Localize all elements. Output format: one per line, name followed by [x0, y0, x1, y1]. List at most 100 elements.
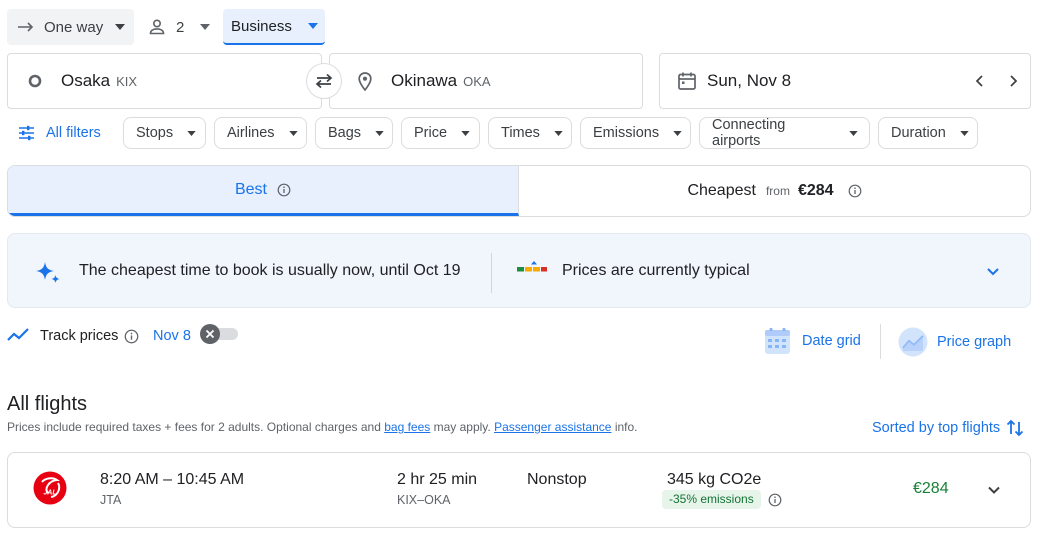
- price-insights-banner[interactable]: The cheapest time to book is usually now…: [7, 233, 1031, 308]
- info-icon[interactable]: [768, 493, 782, 507]
- chip-label: Price: [414, 125, 448, 141]
- filter-chip-bags[interactable]: Bags: [315, 117, 393, 149]
- divider: [491, 253, 492, 293]
- tab-best[interactable]: Best: [8, 166, 519, 216]
- chevron-left-icon: [971, 72, 989, 90]
- tune-sliders-icon: [18, 125, 35, 141]
- date-grid-icon: [764, 327, 791, 355]
- tab-cheapest-label: Cheapest: [687, 182, 756, 199]
- passengers-select[interactable]: 2: [140, 9, 216, 45]
- filter-chip-times[interactable]: Times: [488, 117, 572, 149]
- airline-logo-text: JAL: [43, 490, 56, 497]
- date-grid-label: Date grid: [802, 333, 861, 349]
- trip-type-select[interactable]: One way: [7, 9, 134, 45]
- destination-field[interactable]: Okinawa OKA: [329, 53, 643, 109]
- filter-chip-airlines[interactable]: Airlines: [214, 117, 307, 149]
- filter-chip-emissions[interactable]: Emissions: [580, 117, 691, 149]
- sort-label: Sorted by top flights: [872, 420, 1001, 436]
- track-prices-toggle[interactable]: [200, 324, 238, 344]
- flight-stops: Nonstop: [527, 471, 587, 488]
- trend-line-icon: [7, 327, 31, 343]
- close-icon: [205, 329, 215, 339]
- passenger-count: 2: [176, 18, 185, 36]
- info-icon[interactable]: [848, 184, 862, 198]
- sort-arrows-icon: [1006, 418, 1024, 438]
- airline-logo: JAL: [33, 471, 67, 505]
- caret-down-icon: [375, 130, 384, 136]
- destination-city: Okinawa: [391, 71, 458, 90]
- person-icon: [148, 18, 166, 36]
- passenger-assistance-link[interactable]: Passenger assistance: [494, 420, 611, 434]
- chip-label: Times: [501, 125, 540, 141]
- caret-down-icon: [673, 130, 682, 136]
- note-text: info.: [611, 420, 638, 434]
- cabin-class-label: Business: [231, 17, 292, 35]
- caret-down-icon: [115, 24, 126, 30]
- results-heading: All flights: [7, 393, 88, 415]
- price-graph-label: Price graph: [937, 334, 1012, 350]
- cheapest-from-label: from: [765, 184, 790, 198]
- origin-city: Osaka: [61, 71, 111, 90]
- price-level-gauge-icon: [517, 261, 547, 277]
- trip-type-label: One way: [44, 18, 104, 36]
- filter-chip-price[interactable]: Price: [401, 117, 480, 149]
- caret-down-icon: [461, 130, 470, 136]
- price-graph-button[interactable]: Price graph: [898, 327, 1011, 357]
- chip-label: Duration: [891, 125, 946, 141]
- chip-label: Airlines: [227, 125, 275, 141]
- filter-chip-connecting-airports[interactable]: Connecting airports: [699, 117, 870, 149]
- price-status-insight: Prices are currently typical: [562, 262, 750, 279]
- destination-code: OKA: [463, 73, 491, 89]
- bag-fees-link[interactable]: bag fees: [384, 420, 430, 434]
- location-pin-icon: [358, 71, 372, 91]
- origin-circle-icon: [28, 74, 42, 88]
- chip-label: Connecting airports: [712, 117, 786, 149]
- flight-duration: 2 hr 25 min: [397, 471, 478, 488]
- booking-time-insight: The cheapest time to book is usually now…: [79, 262, 461, 279]
- previous-date-button[interactable]: [971, 72, 989, 90]
- swap-button[interactable]: [306, 63, 342, 99]
- filter-chip-stops[interactable]: Stops: [123, 117, 206, 149]
- info-icon[interactable]: [277, 183, 291, 197]
- filter-chip-duration[interactable]: Duration: [878, 117, 978, 149]
- price-graph-icon: [898, 327, 928, 357]
- info-icon[interactable]: [124, 329, 139, 344]
- note-text: may apply.: [430, 420, 495, 434]
- flight-times: 8:20 AM – 10:45 AM: [100, 471, 245, 488]
- sort-button[interactable]: Sorted by top flights: [872, 418, 1024, 438]
- departure-date: Sun, Nov 8: [707, 71, 792, 90]
- track-prices-label: Track prices: [40, 328, 119, 344]
- caret-down-icon: [288, 130, 298, 136]
- caret-down-icon: [554, 130, 563, 136]
- tab-best-label: Best: [234, 180, 267, 198]
- date-grid-button[interactable]: Date grid: [764, 327, 861, 355]
- swap-arrows-icon: [314, 73, 334, 89]
- arrow-right-icon: [16, 19, 36, 35]
- all-filters-button[interactable]: All filters: [18, 117, 101, 149]
- caret-down-icon: [200, 24, 211, 30]
- tab-cheapest[interactable]: Cheapest from €284: [519, 166, 1030, 216]
- next-date-button[interactable]: [1004, 72, 1022, 90]
- note-text: Prices include required taxes + fees for…: [7, 420, 385, 434]
- expand-chevron-icon[interactable]: [984, 480, 1004, 500]
- flight-result-card[interactable]: JAL 8:20 AM – 10:45 AM JTA 2 hr 25 min K…: [7, 452, 1031, 528]
- emissions-badge: -35% emissions: [662, 490, 761, 509]
- origin-code: KIX: [116, 73, 138, 89]
- caret-down-icon: [187, 130, 196, 136]
- chevron-down-icon[interactable]: [984, 263, 1002, 281]
- toggle-knob: [200, 324, 220, 344]
- caret-down-icon: [849, 130, 858, 136]
- caret-down-icon: [960, 130, 969, 136]
- cabin-class-select[interactable]: Business: [223, 9, 325, 45]
- caret-down-icon: [307, 23, 318, 29]
- chip-label: Stops: [136, 125, 174, 141]
- flight-route: KIX–OKA: [397, 493, 451, 507]
- all-filters-label: All filters: [46, 125, 101, 141]
- divider: [880, 324, 881, 359]
- sparkle-icon: [34, 260, 62, 284]
- origin-field[interactable]: Osaka KIX: [7, 53, 322, 109]
- airline-name: JTA: [100, 493, 122, 507]
- results-note: Prices include required taxes + fees for…: [7, 420, 638, 434]
- flight-emissions: 345 kg CO2e: [667, 471, 762, 488]
- track-date: Nov 8: [153, 328, 191, 344]
